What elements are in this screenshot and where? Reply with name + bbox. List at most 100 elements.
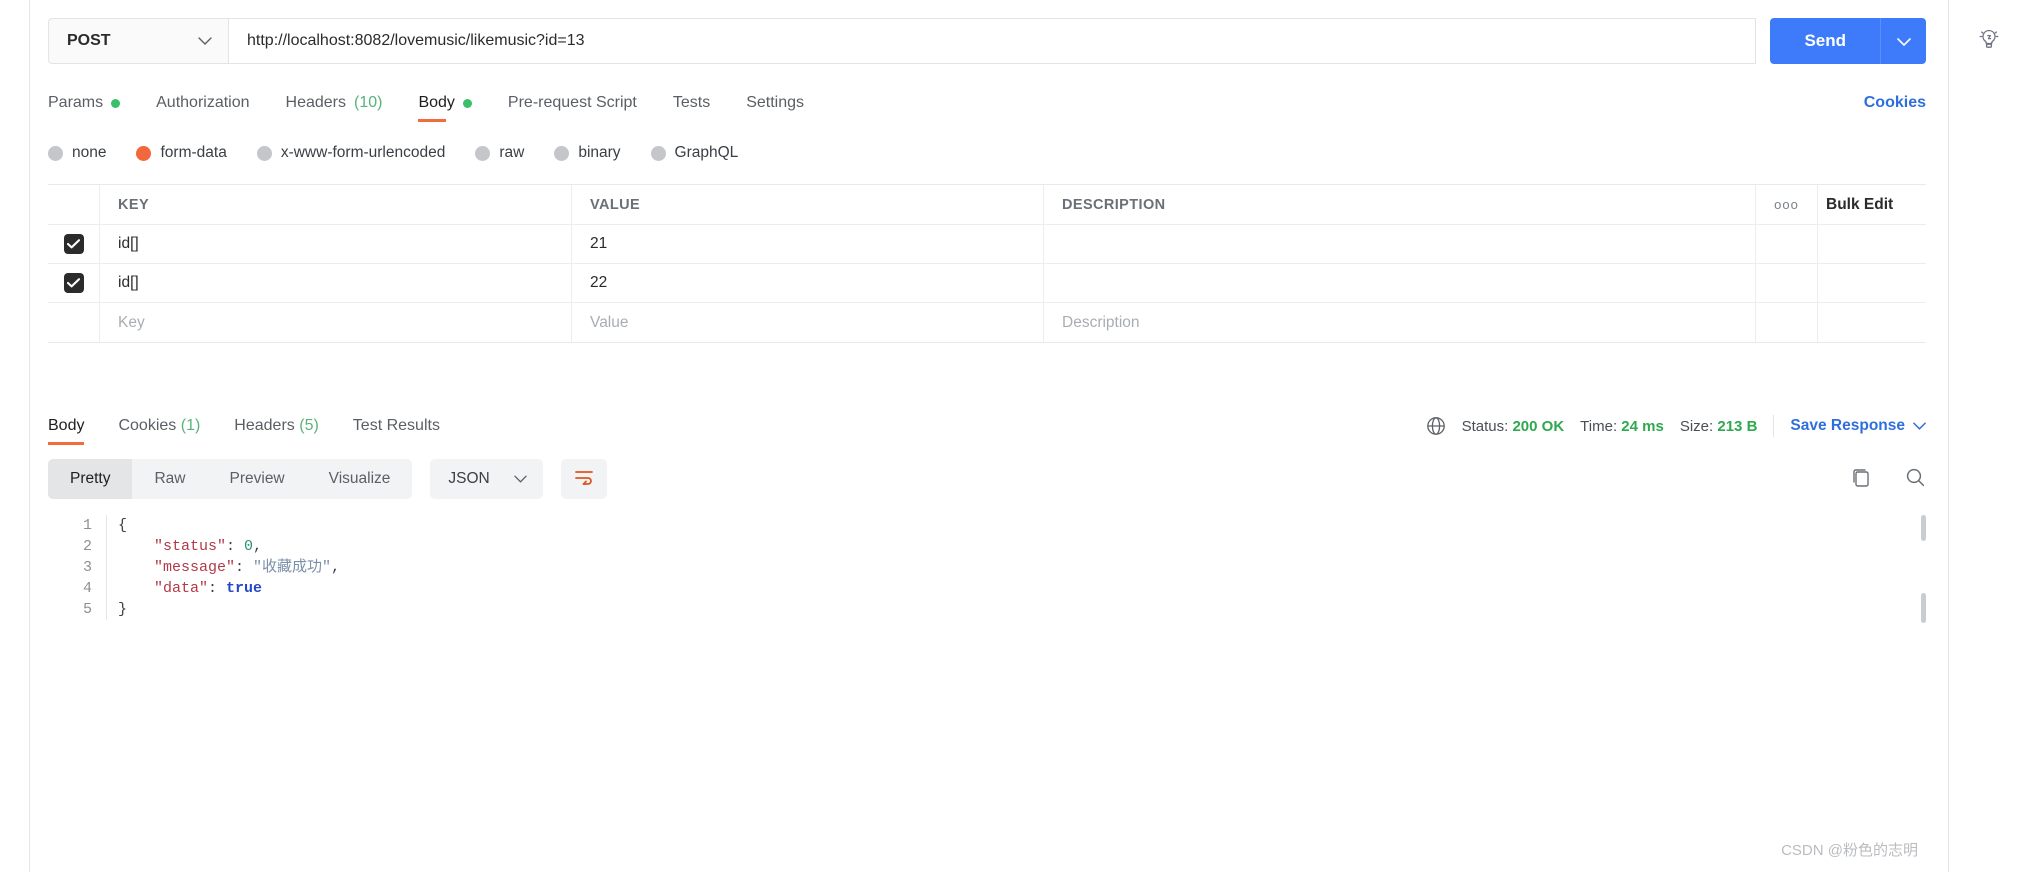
code-token: , [331, 559, 341, 576]
radio-icon [256, 145, 272, 161]
code-line: { [118, 515, 340, 536]
size-group: Size: 213 B [1680, 418, 1758, 435]
tab-body[interactable]: Body [418, 94, 472, 122]
view-mode-preview[interactable]: Preview [208, 459, 307, 499]
row-options-cell[interactable] [1756, 264, 1818, 302]
table-row[interactable]: id[] 22 [48, 264, 1926, 303]
response-tab-test-results[interactable]: Test Results [353, 417, 440, 445]
save-response-button[interactable]: Save Response [1790, 417, 1926, 435]
line-number-gutter: 1 2 3 4 5 [48, 515, 92, 620]
row-checkbox-cell [48, 225, 100, 263]
placeholder-description-cell[interactable]: Description [1044, 303, 1756, 342]
format-select[interactable]: JSON [430, 459, 543, 499]
radio-icon [650, 145, 666, 161]
right-rail [1948, 0, 2028, 872]
placeholder-key-cell[interactable]: Key [100, 303, 572, 342]
cookies-link[interactable]: Cookies [1864, 94, 1926, 122]
row-value-text: 21 [590, 235, 608, 252]
method-select[interactable]: POST [48, 18, 228, 64]
main-panel: POST http://localhost:8082/lovemusic/lik… [30, 0, 1948, 872]
code-lines: { "status": 0, "message": "收藏成功", "data"… [92, 515, 340, 620]
code-token: : [235, 559, 254, 576]
row-spacer-cell [1818, 264, 1926, 302]
row-options-cell[interactable] [1756, 225, 1818, 263]
tab-label: Settings [746, 94, 805, 111]
tab-pre-request-script[interactable]: Pre-request Script [508, 94, 637, 122]
body-type-radio-group: none form-data x-www-form-urlencoded raw… [48, 138, 1926, 168]
copy-icon[interactable] [1850, 466, 1872, 493]
row-checkbox[interactable] [63, 273, 84, 293]
radio-raw[interactable]: raw [475, 144, 524, 162]
radio-binary[interactable]: binary [554, 144, 621, 162]
radio-label: raw [499, 144, 525, 161]
code-line: } [118, 599, 340, 620]
send-button[interactable]: Send [1770, 18, 1880, 64]
method-label: POST [67, 32, 111, 49]
time-label: Time: [1580, 417, 1618, 435]
placeholder-value-cell[interactable]: Value [572, 303, 1044, 342]
scrollbar-thumb-top[interactable] [1921, 515, 1926, 541]
view-mode-pretty[interactable]: Pretty [48, 459, 133, 499]
line-number: 3 [82, 559, 92, 576]
bulk-edit-button[interactable]: Bulk Edit [1826, 196, 1893, 214]
radio-form-data[interactable]: form-data [136, 144, 227, 162]
radio-none[interactable]: none [48, 144, 106, 162]
code-scrollbar[interactable] [1921, 515, 1926, 725]
scrollbar-thumb[interactable] [1921, 593, 1926, 623]
line-number: 4 [82, 580, 92, 597]
tab-headers[interactable]: Headers (10) [286, 94, 383, 122]
row-description-cell[interactable] [1044, 264, 1756, 302]
view-mode-visualize[interactable]: Visualize [307, 459, 413, 499]
url-text: http://localhost:8082/lovemusic/likemusi… [247, 32, 585, 49]
word-wrap-button[interactable] [560, 459, 607, 499]
code-block: 1 2 3 4 5 { "status": 0, "message": "收藏成… [48, 515, 1926, 620]
response-view-bar: Pretty Raw Preview Visualize JSON [48, 459, 1926, 499]
table-options-button[interactable]: ooo [1756, 185, 1818, 224]
search-icon[interactable] [1904, 466, 1926, 493]
row-key-cell[interactable]: id[] [100, 264, 572, 302]
tab-tests[interactable]: Tests [673, 94, 710, 122]
radio-label: none [72, 144, 107, 161]
view-mode-raw[interactable]: Raw [132, 459, 207, 499]
tab-authorization[interactable]: Authorization [156, 94, 249, 122]
table-placeholder-row[interactable]: Key Value Description [48, 303, 1926, 342]
row-key-cell[interactable]: id[] [100, 225, 572, 263]
lightbulb-icon[interactable] [1972, 22, 2006, 56]
radio-icon [554, 145, 570, 161]
url-bar: POST http://localhost:8082/lovemusic/lik… [48, 18, 1926, 64]
response-body-code[interactable]: 1 2 3 4 5 { "status": 0, "message": "收藏成… [48, 515, 1926, 725]
radio-graphql[interactable]: GraphQL [650, 144, 739, 162]
radio-x-www-form-urlencoded[interactable]: x-www-form-urlencoded [256, 144, 446, 162]
row-key-text: id[] [118, 235, 139, 252]
header-checkbox-cell [48, 185, 100, 224]
radio-label: GraphQL [674, 144, 739, 161]
url-input[interactable]: http://localhost:8082/lovemusic/likemusi… [228, 18, 1757, 64]
bulk-edit-cell: Bulk Edit [1818, 185, 1926, 224]
row-value-cell[interactable]: 22 [572, 264, 1044, 302]
tab-settings[interactable]: Settings [746, 94, 804, 122]
radio-label: x-www-form-urlencoded [280, 144, 446, 161]
response-tab-cookies[interactable]: Cookies (1) [118, 417, 200, 445]
size-label: Size: [1679, 417, 1714, 435]
left-rail [0, 0, 30, 872]
tab-params[interactable]: Params [48, 94, 121, 122]
code-token: { [118, 517, 128, 534]
send-options-button[interactable] [1880, 18, 1926, 64]
row-value-cell[interactable]: 21 [572, 225, 1044, 263]
placeholder-checkbox-cell [48, 303, 100, 342]
request-tabs: Params Authorization Headers (10) Body P… [48, 86, 1926, 122]
table-row[interactable]: id[] 21 [48, 225, 1926, 264]
tab-count: (1) [180, 417, 201, 434]
time-value: 24 ms [1621, 417, 1664, 435]
response-tab-headers[interactable]: Headers (5) [234, 417, 319, 445]
response-tab-body[interactable]: Body [48, 417, 85, 445]
row-description-cell[interactable] [1044, 225, 1756, 263]
row-checkbox[interactable] [63, 234, 84, 254]
word-wrap-icon [574, 469, 594, 490]
code-line: "data": true [118, 578, 340, 599]
globe-icon [1426, 416, 1446, 436]
header-description: DESCRIPTION [1044, 185, 1756, 224]
radio-label: form-data [160, 144, 227, 161]
tab-label: Body [418, 94, 455, 111]
